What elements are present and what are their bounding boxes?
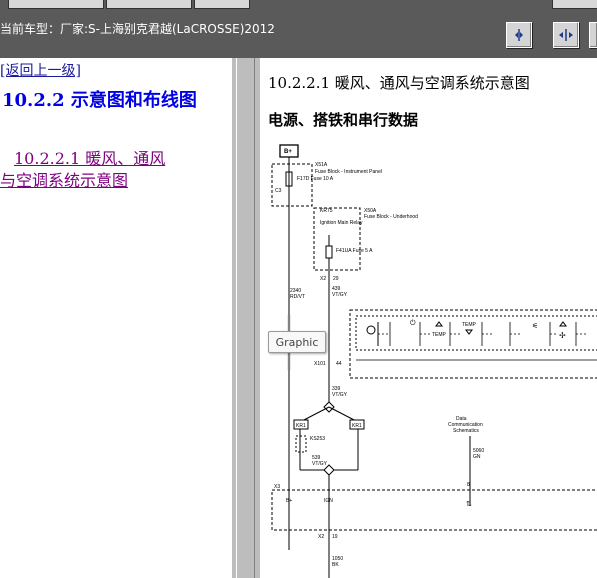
wire-gn: GN xyxy=(473,454,481,460)
pane-divider[interactable] xyxy=(232,58,260,578)
content-pane: 10.2.2.1 暖风、通风与空调系统示意图 电源、搭铁和串行数据 B+ X51… xyxy=(260,58,597,578)
navigation-pane xyxy=(0,58,232,578)
ks253-label: KS253 xyxy=(310,436,325,442)
subsection-link-line1[interactable]: 10.2.2.1 暖风、通风 xyxy=(0,148,232,170)
pin-8: 8 xyxy=(467,482,470,488)
x101-label: X101 xyxy=(314,361,326,367)
collapse-panel-icon xyxy=(512,28,526,42)
pin-x3: X3 xyxy=(274,484,280,490)
subsection-link-line2[interactable]: 与空调系统示意图 xyxy=(0,170,232,192)
pin-b-plus: B+ xyxy=(286,498,292,504)
back-link[interactable]: [返回上一级] xyxy=(0,60,81,80)
top-button-strip xyxy=(0,0,597,9)
hvac-module-box xyxy=(271,489,597,531)
fuse-block-uh-box xyxy=(313,207,361,271)
vehicle-info: 当前车型：厂家:S-上海别克君越(LaCROSSE)2012 xyxy=(0,22,275,36)
wire-vtgy: VT/GY xyxy=(332,292,348,298)
pin-44: 44 xyxy=(336,361,342,367)
pin-c3: C3 xyxy=(275,188,282,194)
exit-button[interactable] xyxy=(589,22,597,48)
rear-defrost-icon xyxy=(366,325,376,335)
kr75-label: KR75 xyxy=(320,208,333,214)
wire-vtgy-3: VT/GY xyxy=(312,461,328,467)
pin-19: 19 xyxy=(332,534,338,540)
data-arrow-icon: ⇅ xyxy=(466,501,472,508)
x51a-label: X51A xyxy=(315,162,328,168)
top-toolbar: 当前车型：厂家:S-上海别克君越(LaCROSSE)2012 xyxy=(0,0,597,58)
section-heading: 10.2.2 示意图和布线图 xyxy=(2,90,197,111)
page-title: 10.2.2.1 暖风、通风与空调系统示意图 xyxy=(268,74,530,92)
kr1a-label: KR1 xyxy=(296,423,306,429)
f41ua-fuse-label: F41UA Fuse 5 A xyxy=(336,248,373,254)
defrost-icon: ⚟ xyxy=(532,323,538,330)
collapse-panel-button[interactable] xyxy=(506,22,532,48)
wire-vtgy-2: VT/GY xyxy=(332,392,348,398)
top-nav-button-4[interactable] xyxy=(552,0,597,9)
top-nav-button-3[interactable] xyxy=(194,0,250,9)
subsection-link[interactable]: 10.2.2.1 暖风、通风 与空调系统示意图 xyxy=(0,148,232,192)
power-icon: ⏻ xyxy=(410,319,416,327)
f41ua-fuse xyxy=(325,245,333,259)
split-view-button[interactable] xyxy=(553,22,579,48)
b-plus-label: B+ xyxy=(284,149,292,155)
fan-icon: ✢ xyxy=(559,331,566,340)
split-view-icon xyxy=(558,28,574,42)
pin-x2: X2 xyxy=(320,276,326,282)
page-subtitle: 电源、搭铁和串行数据 xyxy=(268,111,419,129)
f17d-fuse-label: F17D Fuse 10 A xyxy=(297,176,334,182)
wire-bk: BK xyxy=(332,562,339,568)
fuse-block-ip-label: Fuse Block - Instrument Panel xyxy=(315,169,382,175)
wire-rdvt: RD/VT xyxy=(290,294,305,300)
temp-down-label: TEMP xyxy=(462,322,477,328)
top-nav-button-1[interactable] xyxy=(8,0,104,9)
ignition-relay-label: Ignition Main Relay xyxy=(320,220,363,226)
wiring-diagram[interactable]: B+ X51A Fuse Block - Instrument Panel F1… xyxy=(260,140,597,578)
pin-x2b: X2 xyxy=(318,534,324,540)
temp-up-label: TEMP xyxy=(432,332,447,338)
data-comm-label-3: Schematics xyxy=(453,428,479,434)
hvac-control-box xyxy=(349,309,597,379)
fuse-block-uh-label: Fuse Block - Underhood xyxy=(364,214,418,220)
kr1b-label: KR1 xyxy=(352,423,362,429)
top-nav-button-2[interactable] xyxy=(106,0,192,9)
pin-29: 29 xyxy=(333,276,339,282)
graphic-tooltip: Graphic xyxy=(268,331,326,353)
